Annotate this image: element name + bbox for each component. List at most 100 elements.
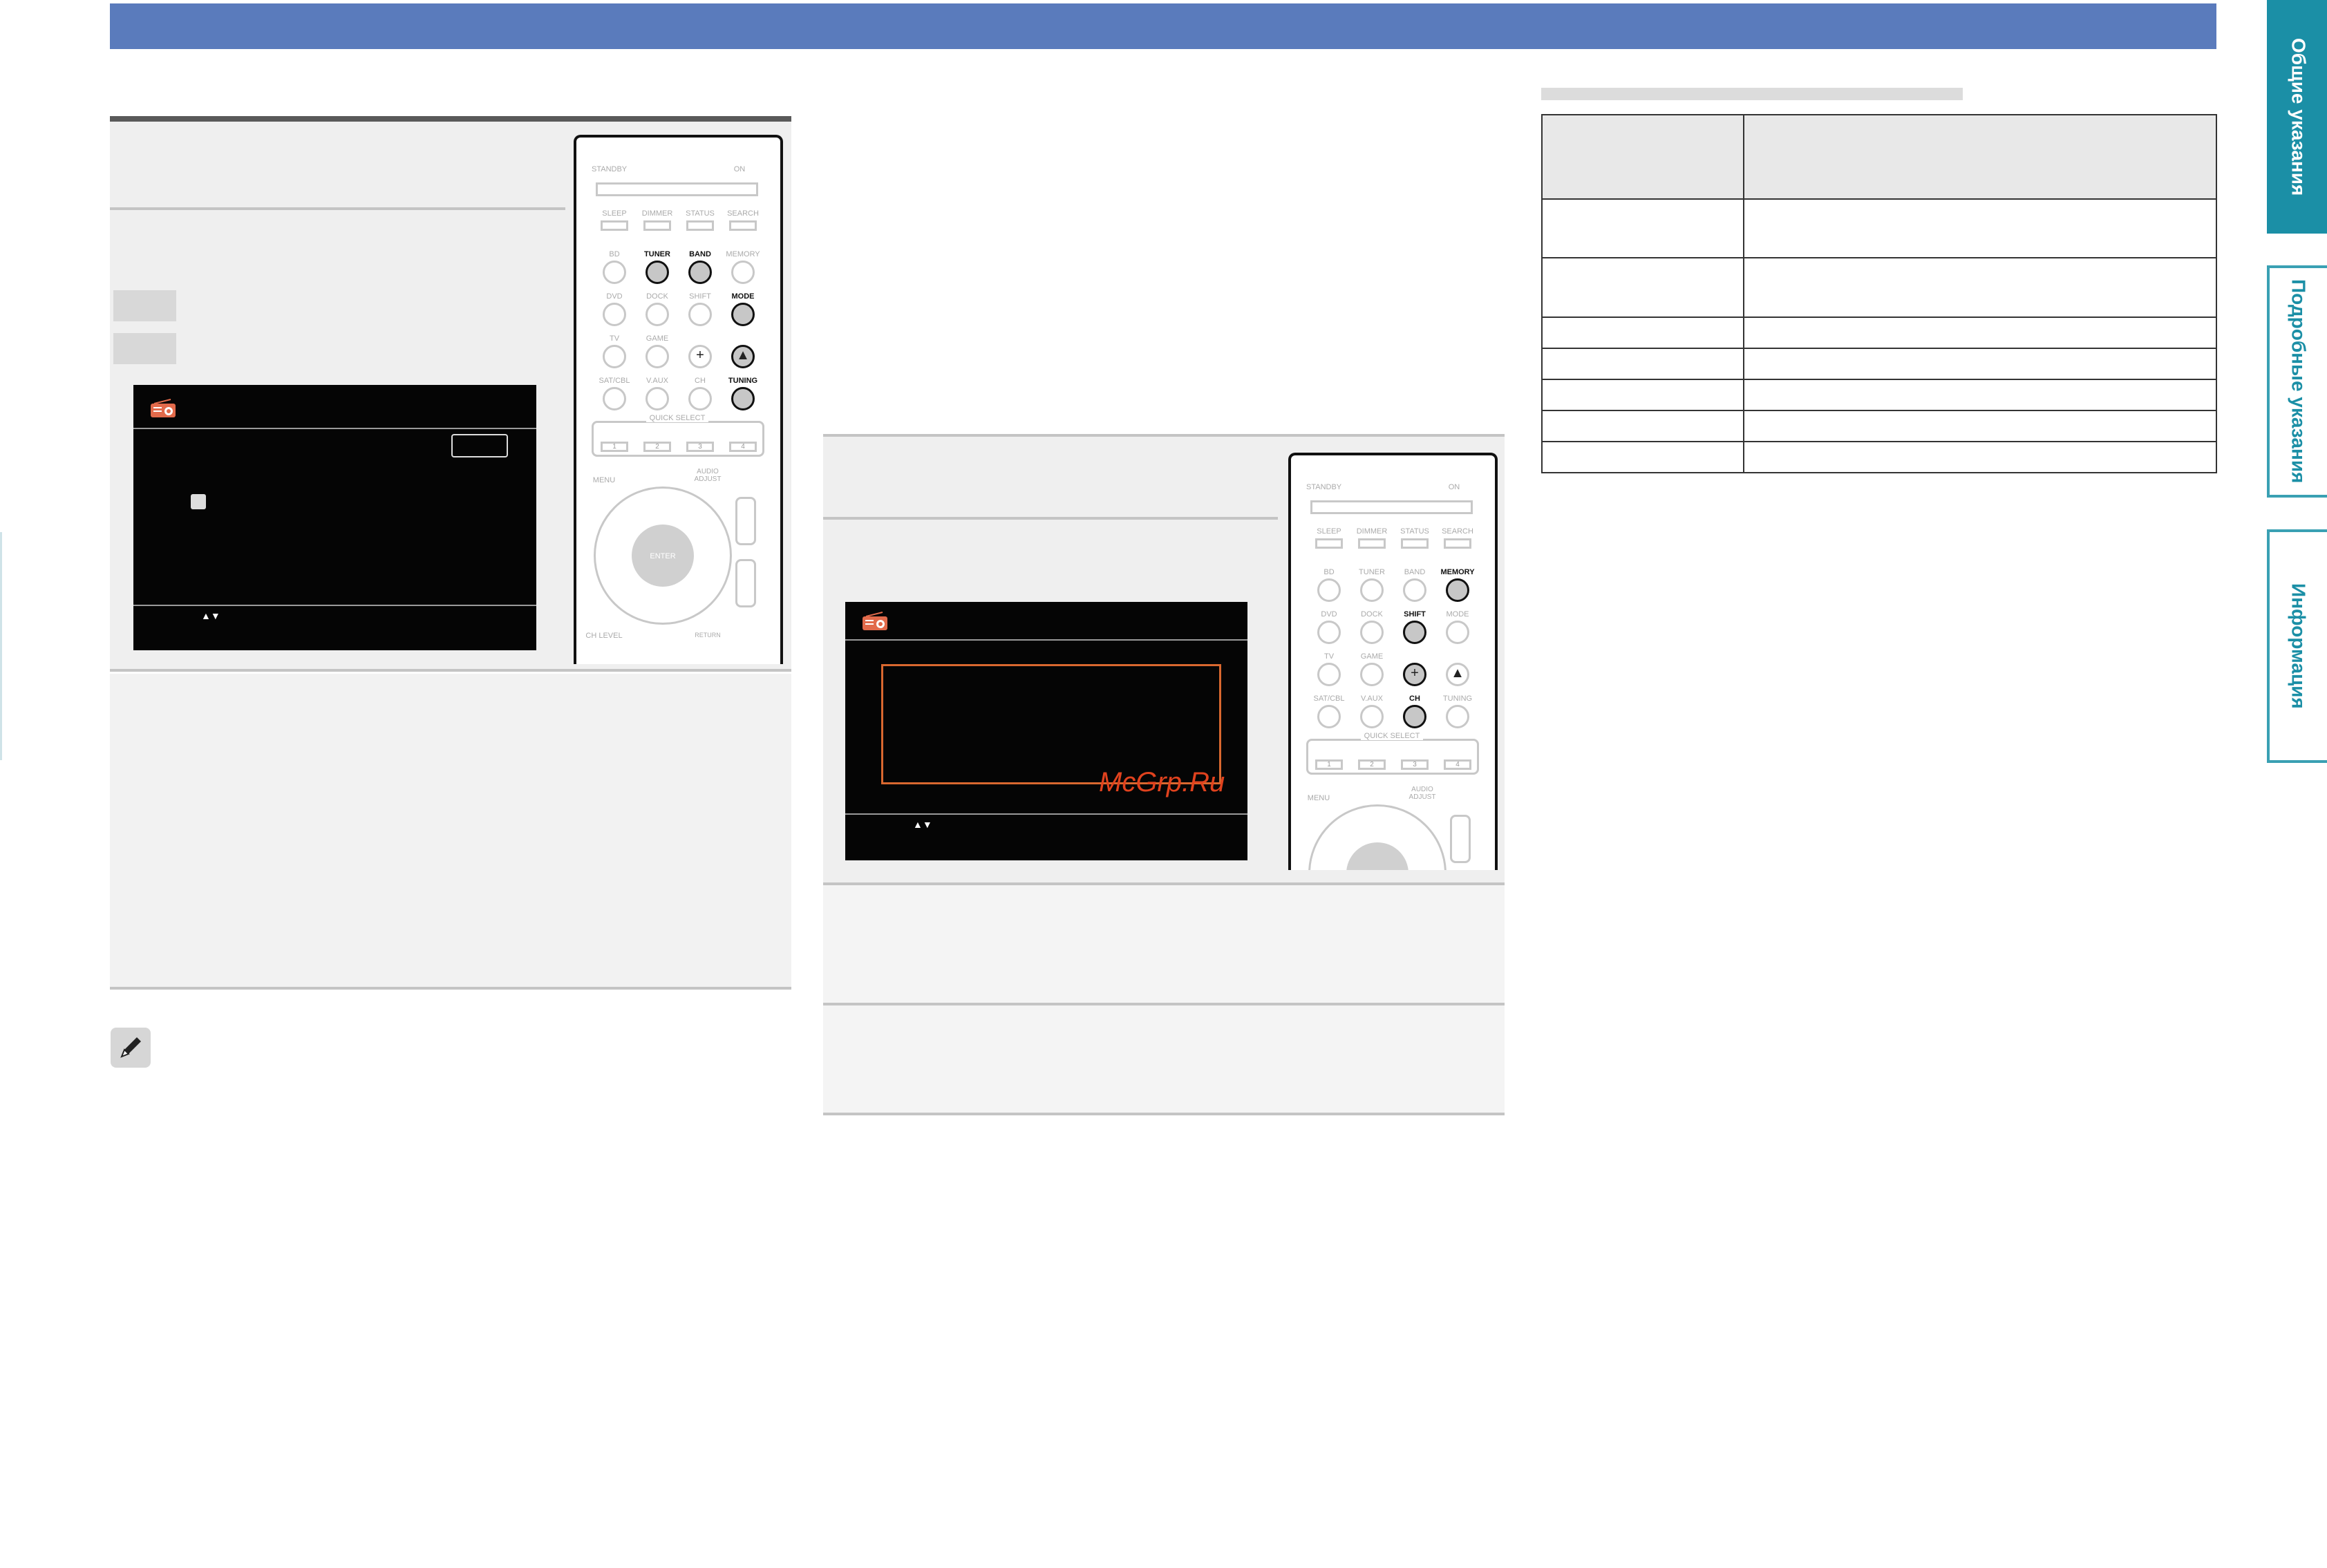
enter-label: ENTER <box>650 552 676 560</box>
note-bottom-rule <box>110 987 791 990</box>
quick-select-button: 4 <box>1444 759 1471 770</box>
quick-select-label: QUICK SELECT <box>646 414 708 422</box>
remote-symbol: + <box>696 348 704 363</box>
volume-up <box>1450 815 1471 863</box>
table-cell <box>1541 317 1744 349</box>
remote-button: + <box>688 345 712 368</box>
remote-label: TV <box>609 334 620 343</box>
remote-label: MODE <box>731 292 755 301</box>
remote-label: MEMORY <box>1440 568 1475 576</box>
remote-label: ON <box>1448 483 1460 491</box>
remote-label: GAME <box>1360 652 1384 661</box>
volume-down <box>735 559 756 607</box>
remote-button <box>1360 705 1384 728</box>
remote-symbol: + <box>1411 665 1419 681</box>
info-table <box>1541 114 2217 473</box>
quick-select-button: 1 <box>1315 759 1343 770</box>
remote-label: DIMMER <box>641 209 673 218</box>
remote-button <box>731 261 755 284</box>
remote-button <box>729 220 757 231</box>
table-header-2 <box>1743 114 2217 200</box>
table-cell <box>1743 198 2217 258</box>
remote-label: SLEEP <box>1317 527 1341 536</box>
section-rule <box>110 116 791 122</box>
note-panel <box>110 674 791 988</box>
remote-label: DOCK <box>646 292 668 301</box>
table-cell <box>1541 379 1744 411</box>
remote-label: MENU <box>1307 794 1330 802</box>
osd-arrows: ▲▼ <box>913 819 932 830</box>
remote-button <box>1446 621 1469 644</box>
radio-icon <box>150 399 176 418</box>
edge-marker <box>0 532 2 760</box>
table-cell <box>1541 348 1744 380</box>
remote-button: + <box>1403 663 1426 686</box>
remote-label: TUNING <box>728 377 758 385</box>
table-cell <box>1541 441 1744 473</box>
remote-button <box>1444 538 1471 549</box>
remote-label: TUNER <box>644 250 670 258</box>
table-cell <box>1743 441 2217 473</box>
remote-label: SAT/CBL <box>599 377 630 385</box>
remote-button <box>643 220 671 231</box>
remote-button <box>1446 578 1469 602</box>
table-cell <box>1743 257 2217 318</box>
osd-highlight-box <box>881 664 1221 784</box>
quick-select-button: 1 <box>601 442 628 452</box>
remote-label: SHIFT <box>1404 610 1426 618</box>
step-tag-1 <box>113 290 176 321</box>
remote-label: BD <box>609 250 620 258</box>
remote-label: CH <box>695 377 706 385</box>
tab-information[interactable]: Информация <box>2267 529 2327 763</box>
remote-button <box>1358 538 1386 549</box>
remote-button <box>688 387 712 410</box>
mid-step-divider <box>823 517 1278 520</box>
remote-label: CH LEVEL <box>585 632 623 640</box>
preset-icon <box>191 494 206 509</box>
step-panel-mid-2 <box>823 885 1505 1003</box>
remote-button <box>1317 705 1341 728</box>
remote-button <box>1317 578 1341 602</box>
remote-label: TUNING <box>1442 695 1473 703</box>
pencil-icon <box>111 1028 151 1068</box>
remote-label: SEARCH <box>727 209 759 218</box>
remote-label: DIMMER <box>1356 527 1388 536</box>
remote-label: AUDIO ADJUST <box>694 468 722 483</box>
remote-button <box>731 387 755 410</box>
quick-select-button: 3 <box>686 442 714 452</box>
header-bar <box>110 3 2216 49</box>
quick-select-button: 3 <box>1401 759 1429 770</box>
remote-label: SAT/CBL <box>1313 695 1345 703</box>
watermark: McGrp.Ru <box>1099 767 1225 797</box>
remote-button <box>646 387 669 410</box>
remote-label: STATUS <box>1400 527 1429 536</box>
tab-general[interactable]: Общие указания <box>2267 0 2327 234</box>
remote-button <box>688 303 712 326</box>
table-cell <box>1743 379 2217 411</box>
remote-symbol: ▲ <box>1451 665 1464 681</box>
remote-button: ▲ <box>731 345 755 368</box>
tab-detailed-label: Подробные указания <box>2288 279 2310 484</box>
remote-label: DOCK <box>1361 610 1383 618</box>
tab-detailed[interactable]: Подробные указания <box>2267 265 2327 498</box>
table-cell <box>1743 317 2217 349</box>
remote-button <box>603 387 626 410</box>
mid-rule-4 <box>823 1113 1505 1115</box>
remote-label: MEMORY <box>726 250 760 258</box>
remote-button <box>686 220 714 231</box>
remote-button <box>1360 621 1384 644</box>
remote-control-right: STANDBY ON SLEEP DIMMER STATUS SEARCH BD TUNER B… <box>1288 453 1498 870</box>
remote-label: ON <box>733 165 746 173</box>
remote-button <box>646 261 669 284</box>
remote-button <box>1360 663 1384 686</box>
remote-button <box>1401 538 1429 549</box>
tab-information-label: Информация <box>2288 583 2310 709</box>
quick-select-label: QUICK SELECT <box>1361 732 1423 740</box>
remote-button <box>688 261 712 284</box>
remote-label: V.AUX <box>646 377 668 385</box>
quick-select-button: 2 <box>643 442 671 452</box>
table-cell <box>1541 410 1744 442</box>
remote-label: STANDBY <box>1306 483 1342 491</box>
table-cell <box>1743 410 2217 442</box>
remote-button <box>1317 621 1341 644</box>
